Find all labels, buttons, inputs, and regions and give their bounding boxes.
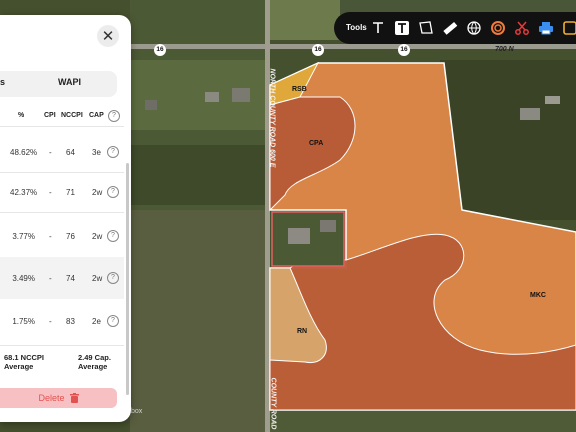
row-nccpi: 74 [66, 274, 75, 283]
row-cap: 2w [92, 274, 103, 283]
polygon-icon[interactable] [416, 18, 436, 38]
trash-icon [69, 393, 79, 403]
help-icon[interactable]: ? [107, 315, 119, 327]
row-pct: 3.77% [12, 232, 35, 241]
help-icon[interactable]: ? [107, 146, 119, 158]
row-pct: 1.75% [12, 317, 35, 326]
row-cap: 2w [92, 188, 103, 197]
route-shield-2: 16 [312, 44, 324, 56]
route-shield-3: 16 [398, 44, 410, 56]
help-icon[interactable]: ? [107, 272, 119, 284]
circle-icon[interactable] [488, 18, 508, 38]
road-label-county-road-600e: NORTH COUNTY ROAD 600 E [268, 68, 276, 168]
panel-scrollbar[interactable] [126, 163, 129, 395]
text-box-icon[interactable] [392, 18, 412, 38]
header-cpi: CPI [44, 112, 56, 119]
row-cpi: - [49, 188, 52, 197]
row-cap: 3e [92, 148, 101, 157]
close-button[interactable]: ✕ [97, 25, 119, 47]
header-pct: % [18, 112, 25, 119]
header-nccpi: NCCPI [61, 112, 83, 119]
delete-label: Delete [38, 393, 65, 403]
nccpi-average-label: Average [4, 362, 34, 371]
divider [0, 126, 124, 127]
table-row[interactable]: 1.75% - 83 2e ? [0, 303, 124, 339]
row-cap: 2e [92, 317, 101, 326]
print-icon[interactable] [536, 18, 556, 38]
row-nccpi: 64 [66, 148, 75, 157]
delete-button[interactable]: Delete [0, 388, 117, 408]
help-icon[interactable]: ? [107, 186, 119, 198]
map-attribution: box [131, 408, 143, 415]
row-cap: 2w [92, 232, 103, 241]
close-icon: ✕ [101, 27, 115, 45]
tools-toolbar: Tools [334, 12, 576, 44]
table-row[interactable]: 48.62% - 64 3e ? [0, 134, 124, 170]
row-nccpi: 76 [66, 232, 75, 241]
cap-average-label: Average [78, 362, 108, 371]
row-cpi: - [49, 148, 52, 157]
cap-average: 2.49 Cap. Average [78, 353, 111, 371]
table-row[interactable]: 42.37% - 71 2w ? [0, 174, 124, 210]
row-nccpi: 71 [66, 188, 75, 197]
help-icon[interactable]: ? [107, 230, 119, 242]
text-icon[interactable] [368, 18, 388, 38]
tab-wapi[interactable]: WAPI [58, 77, 81, 87]
soil-label-cpa[interactable]: CPA [309, 140, 323, 147]
divider [0, 345, 124, 346]
ruler-icon[interactable] [440, 18, 460, 38]
road-label-county-road-lower: COUNTY ROAD [269, 377, 277, 430]
tab-bar: s WAPI [0, 71, 117, 97]
cap-average-value: 2.49 Cap. [78, 353, 111, 362]
divider [0, 212, 124, 213]
scissors-icon[interactable] [512, 18, 532, 38]
road-label-700n: 700 N [495, 46, 514, 53]
row-nccpi: 83 [66, 317, 75, 326]
row-pct: 3.49% [12, 274, 35, 283]
soil-label-rsb[interactable]: RSB [292, 86, 307, 93]
route-shield-1: 16 [154, 44, 166, 56]
row-pct: 48.62% [10, 148, 38, 157]
row-pct: 42.37% [10, 188, 38, 197]
header-cap: CAP [89, 112, 104, 119]
soil-report-panel: ✕ s WAPI % CPI NCCPI CAP ? 48.62% - 64 3… [0, 15, 131, 422]
nccpi-average-value: 68.1 NCCPI [4, 353, 45, 362]
square-icon[interactable] [560, 18, 576, 38]
row-cpi: - [49, 317, 52, 326]
table-row[interactable]: 3.77% - 76 2w ? [0, 218, 124, 254]
table-row[interactable]: 3.49% - 74 2w ? [0, 257, 124, 299]
soil-label-rn[interactable]: RN [297, 328, 307, 335]
globe-icon[interactable] [464, 18, 484, 38]
row-cpi: - [49, 274, 52, 283]
help-icon[interactable]: ? [108, 110, 120, 122]
tools-label: Tools [346, 23, 367, 32]
tab-soils[interactable]: s [0, 77, 5, 87]
soil-label-mkc[interactable]: MKC [530, 292, 546, 299]
row-cpi: - [49, 232, 52, 241]
nccpi-average: 68.1 NCCPI Average [4, 353, 44, 371]
divider [0, 172, 124, 173]
